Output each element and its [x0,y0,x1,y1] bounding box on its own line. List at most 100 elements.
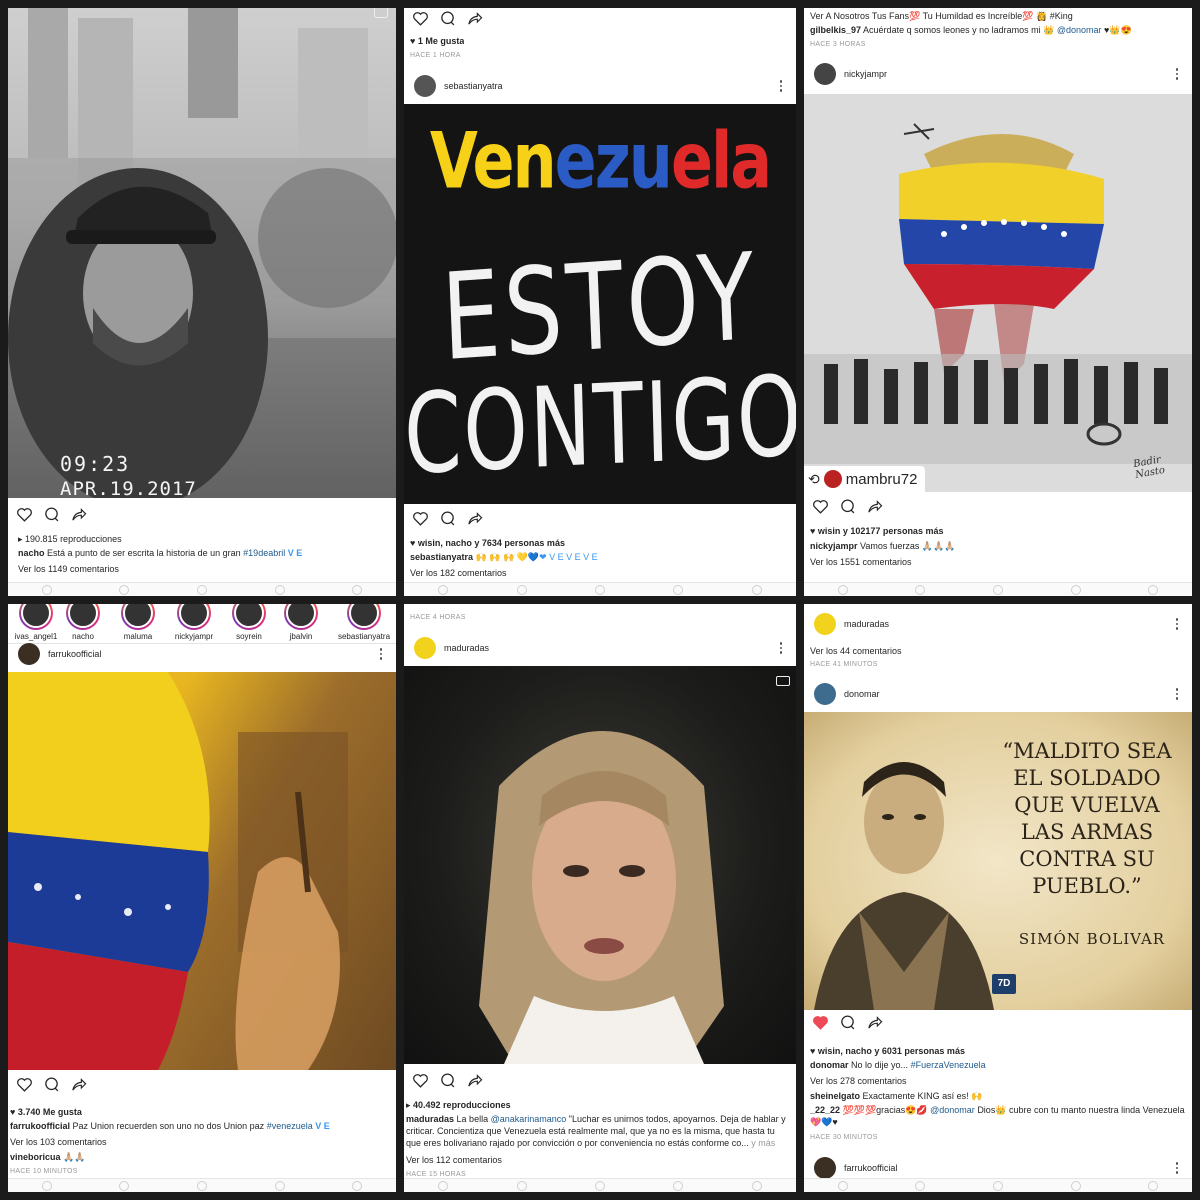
avatar[interactable] [814,63,836,85]
more-options-icon[interactable] [376,648,386,660]
video-frame-woman[interactable] [404,666,796,1064]
comment-user[interactable]: _22_22 [810,1105,840,1115]
view-comments-link[interactable]: Ver los 182 comentarios [410,567,507,579]
comment-icon[interactable] [43,1076,60,1093]
home-icon[interactable] [837,1180,848,1191]
liked-by-rest[interactable]: y 6031 personas más [874,1046,965,1056]
profile-icon[interactable] [751,1180,762,1191]
camera-icon[interactable] [594,1180,605,1191]
comment-mention[interactable]: @donomar [1057,25,1102,35]
avatar[interactable] [814,1157,836,1179]
caption-mention[interactable]: @anakarinamanco [491,1114,567,1124]
liked-by-names[interactable]: wisin [818,526,841,536]
profile-icon[interactable] [1148,584,1159,595]
liked-by-rest[interactable]: y 7634 personas más [474,538,565,548]
search-icon[interactable] [915,1180,926,1191]
username[interactable]: farrukoofficial [48,649,101,659]
home-icon[interactable] [438,584,449,595]
share-icon[interactable] [866,1014,883,1031]
heart-icon[interactable] [812,498,829,515]
more-link[interactable]: y más [751,1138,775,1148]
more-options-icon[interactable] [776,642,786,654]
search-icon[interactable] [119,584,130,595]
more-options-icon[interactable] [1172,618,1182,630]
camera-icon[interactable] [594,584,605,595]
caption-user[interactable]: nacho [18,548,45,558]
caption-user[interactable]: maduradas [406,1114,454,1124]
liked-by-names[interactable]: wisin, nacho [818,1046,872,1056]
comment-icon[interactable] [839,498,856,515]
view-comments-link[interactable]: Ver los 44 comentarios [810,645,902,657]
activity-icon[interactable] [1070,1180,1081,1191]
camera-icon[interactable] [196,1180,207,1191]
comment-user[interactable]: vineboricua [10,1152,61,1162]
home-icon[interactable] [41,1180,52,1191]
comment-icon[interactable] [439,10,456,27]
activity-icon[interactable] [274,1180,285,1191]
view-comments-link[interactable]: Ver los 112 comentarios [406,1154,502,1166]
share-icon[interactable] [466,1072,483,1089]
post-image-flag-illustration[interactable]: Badir Nasto ⟲ mambru72 [804,94,1192,492]
liked-by-rest[interactable]: y 102177 personas más [843,526,944,536]
search-icon[interactable] [915,584,926,595]
caption-user[interactable]: farrukoofficial [10,1121,70,1131]
view-comments-link[interactable]: Ver los 1149 comentarios [18,563,119,575]
username[interactable]: farrukoofficial [844,1163,897,1173]
activity-icon[interactable] [673,1180,684,1191]
avatar[interactable] [414,75,436,97]
share-icon[interactable] [70,1076,87,1093]
video-frame-nacho[interactable]: 09:23 APR.19.2017 [8,8,396,498]
share-icon[interactable] [70,506,87,523]
heart-filled-icon[interactable] [812,1014,829,1031]
comment-icon[interactable] [43,506,60,523]
view-comments-link[interactable]: Ver los 1551 comentarios [810,556,912,568]
heart-icon[interactable] [412,10,429,27]
home-icon[interactable] [438,1180,449,1191]
home-icon[interactable] [41,584,52,595]
username[interactable]: maduradas [444,643,489,653]
liked-by-names[interactable]: wisin, nacho [418,538,472,548]
caption-hashtag[interactable]: #venezuela [267,1121,313,1131]
post-image-estoy-contigo[interactable]: Venezuela ESTOY CONTIGO [404,104,796,504]
avatar[interactable] [814,613,836,635]
comment-icon[interactable] [439,510,456,527]
share-icon[interactable] [466,10,483,27]
share-icon[interactable] [466,510,483,527]
avatar[interactable] [814,683,836,705]
caption-hashtag[interactable]: #19deabril [243,548,285,558]
more-options-icon[interactable] [1172,68,1182,80]
heart-icon[interactable] [16,506,33,523]
caption-user[interactable]: nickyjampr [810,541,858,551]
view-comments-link[interactable]: Ver los 278 comentarios [810,1075,907,1087]
caption-user[interactable]: donomar [810,1060,849,1070]
profile-icon[interactable] [1148,1180,1159,1191]
profile-icon[interactable] [352,584,363,595]
comment-icon[interactable] [839,1014,856,1031]
profile-icon[interactable] [751,584,762,595]
avatar[interactable] [414,637,436,659]
avatar[interactable] [18,643,40,665]
username[interactable]: maduradas [844,619,889,629]
search-icon[interactable] [516,584,527,595]
camera-icon[interactable] [992,1180,1003,1191]
more-options-icon[interactable] [1172,1162,1182,1174]
comment-icon[interactable] [439,1072,456,1089]
search-icon[interactable] [516,1180,527,1191]
heart-icon[interactable] [412,1072,429,1089]
view-comments-link[interactable]: Ver los 103 comentarios [10,1136,107,1148]
comment-mention[interactable]: @donomar [930,1105,975,1115]
post-image-bolivar-quote[interactable]: “MALDITO SEA EL SOLDADO QUE VUELVA LAS A… [804,712,1192,1010]
activity-icon[interactable] [673,584,684,595]
share-icon[interactable] [866,498,883,515]
username[interactable]: donomar [844,689,880,699]
more-options-icon[interactable] [776,80,786,92]
activity-icon[interactable] [274,584,285,595]
username[interactable]: nickyjampr [844,69,887,79]
post-image-flag[interactable] [8,672,396,1070]
heart-icon[interactable] [412,510,429,527]
username[interactable]: sebastianyatra [444,81,503,91]
search-icon[interactable] [119,1180,130,1191]
comment-user[interactable]: sheinelgato [810,1091,860,1101]
home-icon[interactable] [837,584,848,595]
comment-user[interactable]: gilbelkis_97 [810,25,861,35]
